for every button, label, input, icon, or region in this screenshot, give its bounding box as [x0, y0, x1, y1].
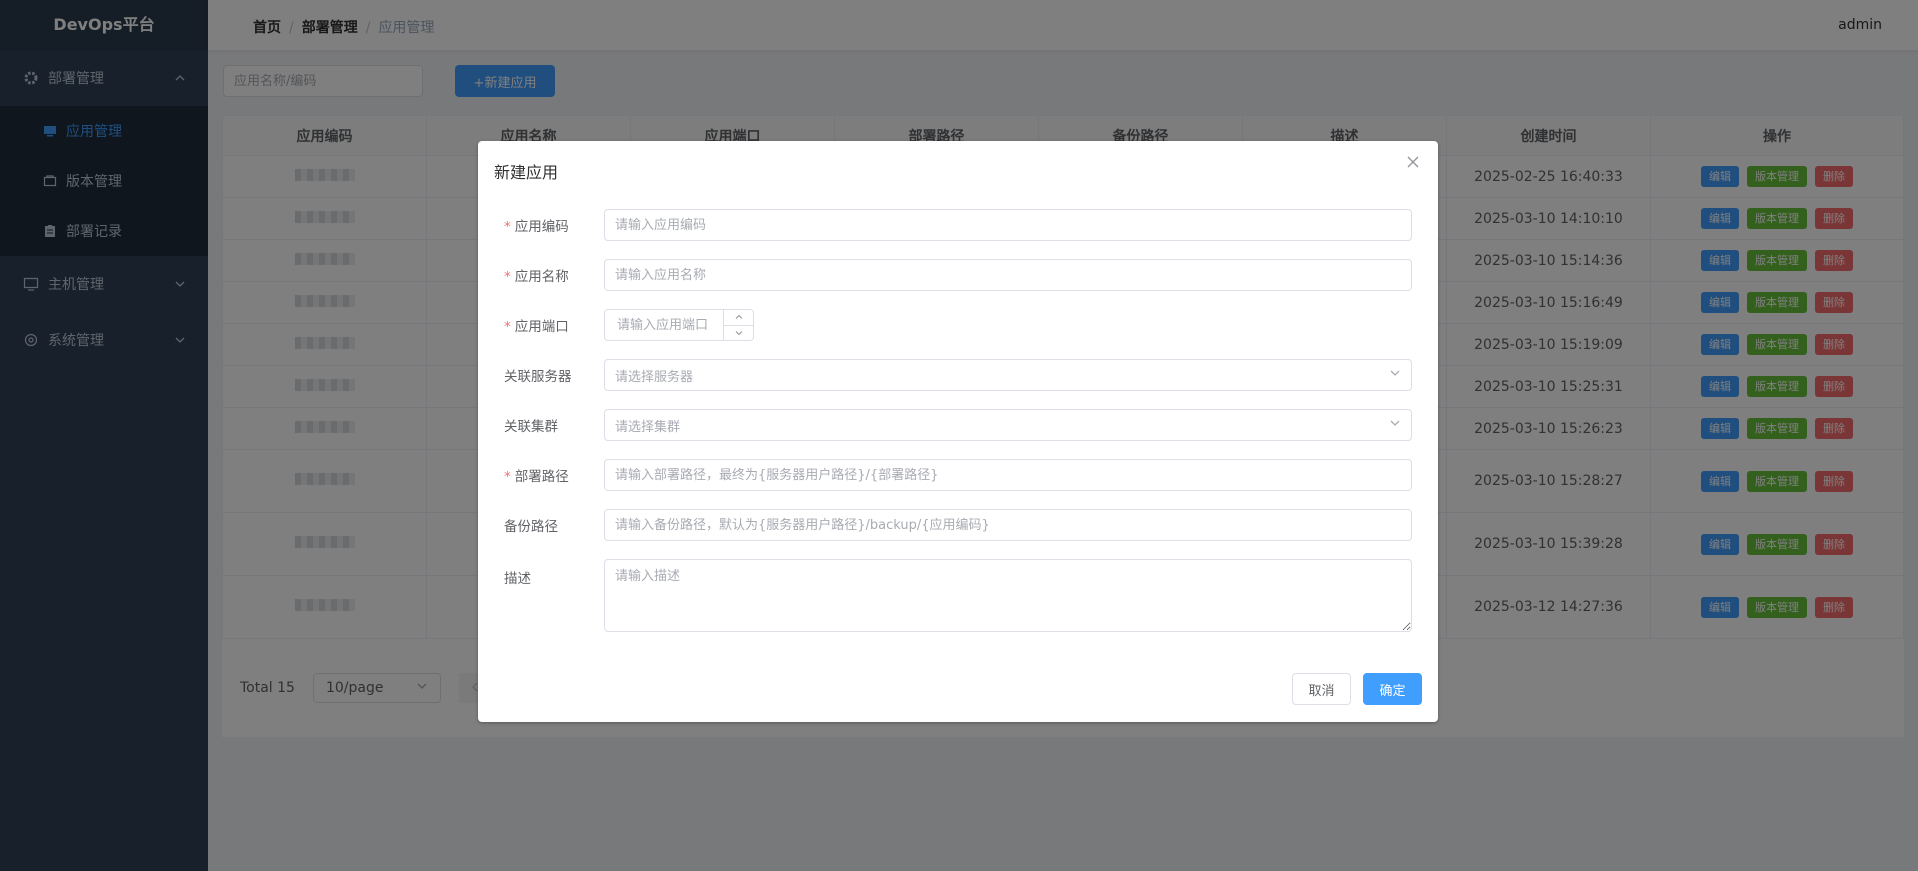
- cluster-select[interactable]: 请选择集群: [604, 409, 1412, 441]
- form-row-cluster: 关联集群 请选择集群: [478, 409, 1438, 441]
- app-name-input[interactable]: [604, 259, 1412, 291]
- confirm-button[interactable]: 确定: [1363, 673, 1422, 705]
- close-icon[interactable]: [1406, 155, 1422, 171]
- field-label: 关联服务器: [504, 369, 572, 385]
- port-stepper-buttons: [723, 310, 753, 340]
- field-label: * 应用名称: [504, 269, 569, 285]
- new-app-dialog: 新建应用 *应用编码 *应用名称 *应用端口 关联服务器 请选择服务器 关联集群: [478, 141, 1438, 722]
- deploy-path-input[interactable]: [604, 459, 1412, 491]
- backup-path-input[interactable]: [604, 509, 1412, 541]
- description-textarea[interactable]: [604, 559, 1412, 632]
- field-label: * 应用端口: [504, 319, 569, 335]
- app-port-input[interactable]: [605, 310, 723, 340]
- cluster-select-placeholder: 请选择集群: [615, 419, 681, 435]
- form-row-deploy-path: * 部署路径: [478, 459, 1438, 491]
- server-select[interactable]: 请选择服务器: [604, 359, 1412, 391]
- chevron-down-icon: [1389, 417, 1401, 433]
- field-label: 备份路径: [504, 519, 558, 535]
- form-row-code: * 应用编码: [478, 209, 1438, 241]
- form-row-name: * 应用名称: [478, 259, 1438, 291]
- app-code-input[interactable]: [604, 209, 1412, 241]
- form-row-desc: 描述: [478, 559, 1438, 632]
- field-label: * 应用编码: [504, 219, 569, 235]
- increment-button[interactable]: [724, 310, 753, 326]
- form-row-server: 关联服务器 请选择服务器: [478, 359, 1438, 391]
- field-label: 描述: [504, 571, 531, 587]
- chevron-down-icon: [1389, 367, 1401, 383]
- dialog-title: 新建应用: [494, 163, 559, 182]
- server-select-placeholder: 请选择服务器: [615, 369, 694, 385]
- decrement-button[interactable]: [724, 326, 753, 341]
- field-label: 关联集群: [504, 419, 558, 435]
- cancel-button[interactable]: 取消: [1292, 673, 1351, 705]
- form-row-backup-path: 备份路径: [478, 509, 1438, 541]
- field-label: * 部署路径: [504, 469, 569, 485]
- app-port-stepper: [604, 309, 754, 341]
- form-row-port: * 应用端口: [478, 309, 1438, 341]
